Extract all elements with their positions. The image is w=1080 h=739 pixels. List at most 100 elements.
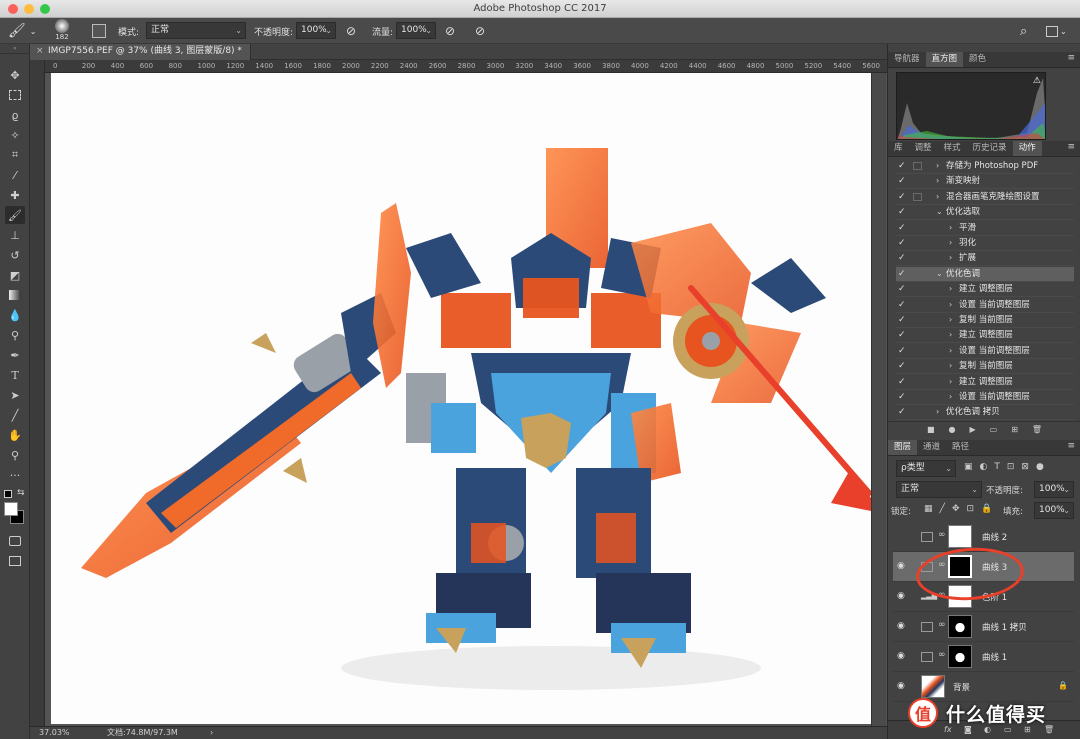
checkmark-icon[interactable]: ✓ — [898, 236, 906, 250]
chevron-right-icon[interactable]: › — [936, 405, 939, 419]
dialog-toggle-icon[interactable] — [913, 239, 922, 247]
marquee-tool-icon[interactable] — [5, 86, 25, 104]
layer-mask-thumbnail[interactable] — [948, 645, 972, 668]
checkmark-icon[interactable]: ✓ — [898, 174, 906, 188]
tab-adjustments[interactable]: 调整 — [909, 141, 938, 156]
move-tool-icon[interactable]: ✥ — [5, 66, 25, 84]
smart-object-filter-icon[interactable]: ⊠ — [1021, 462, 1029, 472]
checkmark-icon[interactable]: ✓ — [898, 344, 906, 358]
default-colors-icon[interactable] — [4, 490, 12, 498]
lock-position-icon[interactable]: ✥ — [952, 504, 960, 514]
lasso-tool-icon[interactable]: ϱ — [5, 106, 25, 124]
panel-menu-icon[interactable]: ≡ — [1067, 53, 1075, 63]
mode-select[interactable]: 正常 ⌄ — [146, 22, 246, 39]
dialog-toggle-icon[interactable] — [913, 162, 922, 170]
action-item[interactable]: ✓ › 设置 当前调整图层 — [896, 390, 1074, 405]
checkmark-icon[interactable]: ✓ — [898, 313, 906, 327]
chevron-right-icon[interactable]: › — [949, 359, 952, 373]
visibility-eye-icon[interactable]: ◉ — [897, 561, 905, 571]
curves-adjustment-icon[interactable] — [921, 622, 933, 632]
new-set-icon[interactable]: ▭ — [990, 422, 998, 437]
layer-mask-thumbnail[interactable] — [948, 525, 972, 548]
chevron-down-icon[interactable]: ⌄ — [936, 267, 943, 281]
hand-tool-icon[interactable]: ✋ — [5, 426, 25, 444]
tab-layers[interactable]: 图层 — [888, 440, 918, 455]
type-tool-icon[interactable]: T — [5, 366, 25, 384]
action-item[interactable]: ✓ › 扩展 — [896, 251, 1074, 267]
line-tool-icon[interactable]: ╱ — [5, 406, 25, 424]
path-selection-icon[interactable]: ➤ — [5, 386, 25, 404]
dialog-toggle-icon[interactable] — [913, 285, 922, 293]
blur-tool-icon[interactable]: 💧 — [5, 306, 25, 324]
canvas-area[interactable] — [45, 73, 887, 726]
brush-tool-icon[interactable]: 🖌 — [5, 206, 25, 224]
layer-opacity-input[interactable]: 100% ⌄ — [1034, 481, 1074, 498]
healing-brush-icon[interactable]: ✚ — [5, 186, 25, 204]
dialog-toggle-icon[interactable] — [913, 177, 922, 185]
tab-libraries[interactable]: 库 — [888, 141, 909, 156]
dodge-tool-icon[interactable]: ⚲ — [5, 326, 25, 344]
layer-row[interactable]: ◉ ∞ 曲线 1 拷贝 — [893, 612, 1074, 642]
tab-histogram[interactable]: 直方图 — [925, 52, 964, 67]
record-icon[interactable]: ● — [949, 422, 956, 437]
action-item[interactable]: ✓ › 复制 当前图层 — [896, 313, 1074, 328]
panel-menu-icon[interactable]: ≡ — [1067, 441, 1075, 451]
filter-toggle-icon[interactable]: ● — [1036, 462, 1044, 472]
checkmark-icon[interactable]: ✓ — [898, 251, 906, 265]
vertical-scrollbar[interactable] — [871, 73, 886, 726]
action-item[interactable]: ✓ › 建立 调整图层 — [896, 375, 1074, 390]
chevron-right-icon[interactable]: › — [949, 390, 952, 404]
adjustment-filter-icon[interactable]: ◐ — [980, 462, 988, 472]
search-icon[interactable]: ⌕ — [1020, 22, 1027, 40]
dialog-toggle-icon[interactable] — [913, 224, 922, 232]
visibility-eye-icon[interactable]: ◉ — [897, 591, 905, 601]
eraser-icon[interactable]: ◩ — [5, 266, 25, 284]
chevron-right-icon[interactable]: › — [949, 344, 952, 358]
link-icon[interactable]: ∞ — [938, 650, 946, 660]
chevron-right-icon[interactable]: › — [949, 251, 952, 265]
close-tab-icon[interactable]: × — [36, 44, 44, 59]
chevron-right-icon[interactable]: › — [949, 298, 952, 312]
checkmark-icon[interactable]: ✓ — [898, 328, 906, 342]
dialog-toggle-icon[interactable] — [913, 301, 922, 309]
minimize-window-button[interactable] — [24, 4, 34, 14]
pressure-size-icon[interactable]: ⊘ — [475, 22, 485, 40]
crop-tool-icon[interactable]: ⌗ — [5, 146, 25, 164]
tab-actions[interactable]: 动作 — [1012, 141, 1042, 156]
checkmark-icon[interactable]: ✓ — [898, 375, 906, 389]
lock-all-icon[interactable]: 🔒 — [981, 504, 992, 514]
clone-stamp-icon[interactable]: ⊥ — [5, 226, 25, 244]
checkmark-icon[interactable]: ✓ — [898, 390, 906, 404]
history-brush-icon[interactable]: ↺ — [5, 246, 25, 264]
action-item[interactable]: ✓ › 设置 当前调整图层 — [896, 344, 1074, 359]
visibility-eye-icon[interactable]: ◉ — [897, 621, 905, 631]
airbrush-icon[interactable]: ⊘ — [445, 22, 455, 40]
type-filter-icon[interactable]: T — [994, 462, 1000, 472]
gradient-tool-icon[interactable] — [5, 286, 25, 304]
lock-pixels-icon[interactable]: ╱ — [940, 504, 945, 514]
close-window-button[interactable] — [8, 4, 18, 14]
chevron-right-icon[interactable]: › — [936, 174, 939, 188]
image-filter-icon[interactable]: ▣ — [964, 462, 973, 472]
zoom-level[interactable]: 37.03% — [39, 727, 70, 739]
toolbar-collapse-icon[interactable]: » — [0, 44, 30, 54]
brush-tool-preset[interactable]: 🖌 ⌄ — [8, 22, 36, 40]
checkmark-icon[interactable]: ✓ — [898, 359, 906, 373]
tab-paths[interactable]: 路径 — [946, 440, 975, 455]
action-item[interactable]: ✓ ⌄ 优化选取 — [896, 205, 1074, 221]
chevron-right-icon[interactable]: › — [949, 221, 952, 235]
action-item[interactable]: ✓ › 设置 当前调整图层 — [896, 298, 1074, 313]
link-icon[interactable]: ∞ — [938, 530, 946, 540]
pen-tool-icon[interactable]: ✒ — [5, 346, 25, 364]
dialog-toggle-icon[interactable] — [913, 208, 922, 216]
eyedropper-icon[interactable]: ⁄ — [5, 166, 25, 184]
layer-mask-thumbnail[interactable] — [948, 615, 972, 638]
dialog-toggle-icon[interactable] — [913, 254, 922, 262]
warning-icon[interactable]: ⚠ — [1033, 76, 1041, 86]
layer-filter-select[interactable]: ρ类型 ⌄ — [896, 460, 956, 477]
curves-adjustment-icon[interactable] — [921, 652, 933, 662]
shape-filter-icon[interactable]: ⊡ — [1007, 462, 1015, 472]
chevron-down-icon[interactable]: ⌄ — [936, 205, 943, 219]
zoom-tool-icon[interactable]: ⚲ — [5, 446, 25, 464]
lock-transparency-icon[interactable]: ▦ — [924, 504, 933, 514]
